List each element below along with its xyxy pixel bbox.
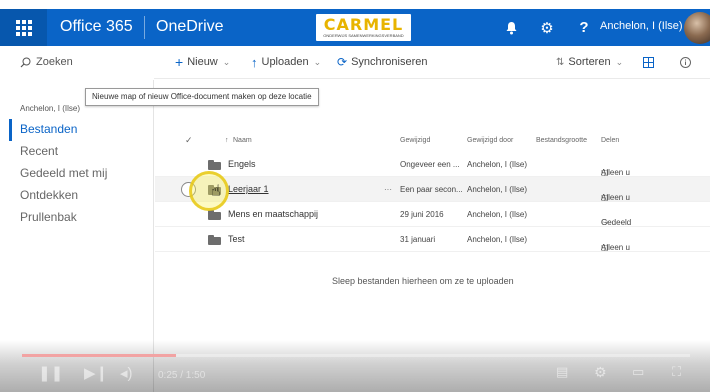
modified-by: Anchelon, I (Ilse)	[467, 210, 528, 219]
view-toggle-button[interactable]	[643, 52, 654, 72]
app-launcher-button[interactable]	[0, 9, 47, 46]
active-nav-indicator	[9, 119, 12, 141]
logo-wordmark: CARMEL	[323, 15, 404, 34]
modified-date: 29 juni 2016	[400, 210, 444, 219]
avatar[interactable]	[684, 12, 710, 44]
chevron-down-icon: ⌄	[615, 56, 624, 67]
progress-bar[interactable]	[22, 354, 690, 357]
nav-item-recycle-bin[interactable]: Prullenbak	[20, 210, 77, 224]
settings-gear-icon[interactable]: ⚙	[594, 364, 607, 381]
playback-time: 0:25 / 1:50	[158, 370, 206, 381]
file-name[interactable]: Mens en maatschappij	[228, 209, 318, 219]
table-row[interactable]: Engels Ongeveer een ... Anchelon, I (Ils…	[155, 152, 710, 177]
progress-fill	[22, 354, 176, 357]
user-name[interactable]: Anchelon, I (Ilse)	[600, 20, 683, 32]
sort-label: Sorteren	[568, 56, 611, 68]
column-modified-by[interactable]: Gewijzigd door	[467, 137, 513, 144]
nav-item-recent[interactable]: Recent	[20, 144, 58, 158]
click-highlight	[189, 171, 229, 211]
folder-icon	[208, 160, 221, 170]
upload-label: Uploaden	[261, 56, 309, 68]
new-button[interactable]: + Nieuw ⌄	[175, 52, 230, 72]
drop-files-hint: Sleep bestanden hierheen om ze te upload…	[332, 276, 514, 286]
volume-icon[interactable]: ◂)	[120, 364, 133, 382]
sharing-label: Alleen u	[601, 168, 630, 177]
more-actions-icon[interactable]: ···	[384, 185, 392, 194]
modified-date: 31 januari	[400, 235, 436, 244]
upload-arrow-icon: ↑	[251, 54, 258, 70]
modified-date: Een paar secon...	[400, 185, 463, 194]
modified-by: Anchelon, I (Ilse)	[467, 160, 528, 169]
sort-icon: ⇅	[556, 56, 565, 68]
column-size[interactable]: Bestandsgrootte	[536, 137, 587, 144]
file-name[interactable]: Engels	[228, 159, 256, 169]
search-box[interactable]: Zoeken	[20, 52, 73, 72]
sync-label: Synchroniseren	[351, 56, 428, 68]
info-icon	[680, 56, 691, 68]
theater-mode-icon[interactable]: ▭	[632, 364, 644, 380]
folder-icon	[208, 235, 221, 245]
new-label: Nieuw	[187, 56, 218, 68]
modified-by: Anchelon, I (Ilse)	[467, 235, 528, 244]
play-icon[interactable]: ❚❚	[38, 364, 63, 382]
file-name[interactable]: Leerjaar 1	[228, 184, 269, 194]
new-button-tooltip: Nieuwe map of nieuw Office-document make…	[85, 88, 319, 106]
sharing-label: Alleen u	[601, 193, 630, 202]
settings-gear-icon[interactable]: ⚙	[531, 9, 563, 46]
logo-tagline: ONDERWIJS SAMENWERKINGSVERBAND	[323, 33, 404, 38]
nav-item-discover[interactable]: Ontdekken	[20, 188, 78, 202]
suite-bar: Office 365 OneDrive CARMEL ONDERWIJS SAM…	[0, 9, 710, 46]
waffle-icon	[15, 19, 32, 36]
nav-user-name: Anchelon, I (Ilse)	[20, 104, 81, 113]
sync-button[interactable]: ⟳ Synchroniseren	[337, 52, 428, 72]
nav-item-shared[interactable]: Gedeeld met mij	[20, 166, 107, 180]
fullscreen-icon[interactable]: ⛶	[672, 364, 681, 380]
table-row[interactable]: Leerjaar 1 ··· Een paar secon... Anchelo…	[155, 177, 710, 202]
sharing-label: Gedeeld	[601, 218, 632, 227]
table-row[interactable]: Mens en maatschappij 29 juni 2016 Anchel…	[155, 202, 710, 227]
office365-title[interactable]: Office 365	[60, 18, 133, 36]
suite-bar-divider	[144, 16, 145, 39]
file-name[interactable]: Test	[228, 234, 245, 244]
onedrive-title[interactable]: OneDrive	[156, 18, 224, 36]
carmel-logo: CARMEL ONDERWIJS SAMENWERKINGSVERBAND	[316, 14, 411, 41]
chevron-down-icon: ⌄	[313, 56, 322, 67]
sort-arrow-icon: ↑	[225, 137, 229, 144]
video-player-controls: ❚❚ ▶❙ ◂) 0:25 / 1:50 ▤ ⚙ ▭ ⛶	[0, 340, 710, 392]
column-modified[interactable]: Gewijzigd	[400, 137, 430, 144]
sharing-label: Alleen u	[601, 243, 630, 252]
hand-cursor-icon: ☝	[211, 183, 221, 200]
subtitles-icon[interactable]: ▤	[556, 364, 568, 380]
nav-item-files[interactable]: Bestanden	[20, 122, 77, 136]
chevron-down-icon: ⌄	[222, 56, 231, 67]
select-all-check-icon[interactable]: ✓	[185, 135, 193, 146]
sort-button[interactable]: ⇅ Sorteren ⌄	[556, 52, 623, 72]
info-button[interactable]	[680, 52, 691, 72]
next-icon[interactable]: ▶❙	[84, 364, 108, 382]
modified-by: Anchelon, I (Ilse)	[467, 185, 528, 194]
notifications-bell-icon[interactable]	[495, 9, 527, 46]
column-name[interactable]: Naam	[233, 137, 252, 144]
column-sharing[interactable]: Delen	[601, 137, 619, 144]
upload-button[interactable]: ↑ Uploaden ⌄	[251, 52, 321, 72]
sync-icon: ⟳	[337, 55, 348, 69]
search-placeholder: Zoeken	[36, 56, 73, 68]
help-icon[interactable]: ?	[568, 9, 600, 46]
command-bar-divider	[154, 78, 710, 79]
table-header: ✓ ↑ Naam Gewijzigd Gewijzigd door Bestan…	[155, 131, 710, 149]
table-row[interactable]: Test 31 januari Anchelon, I (Ilse) ◫ Alle…	[155, 227, 710, 252]
cropped-slide-banner	[0, 0, 710, 9]
search-icon	[20, 57, 31, 67]
plus-icon: +	[175, 54, 184, 70]
folder-icon	[208, 210, 221, 220]
modified-date: Ongeveer een ...	[400, 160, 460, 169]
grid-view-icon	[643, 56, 654, 68]
